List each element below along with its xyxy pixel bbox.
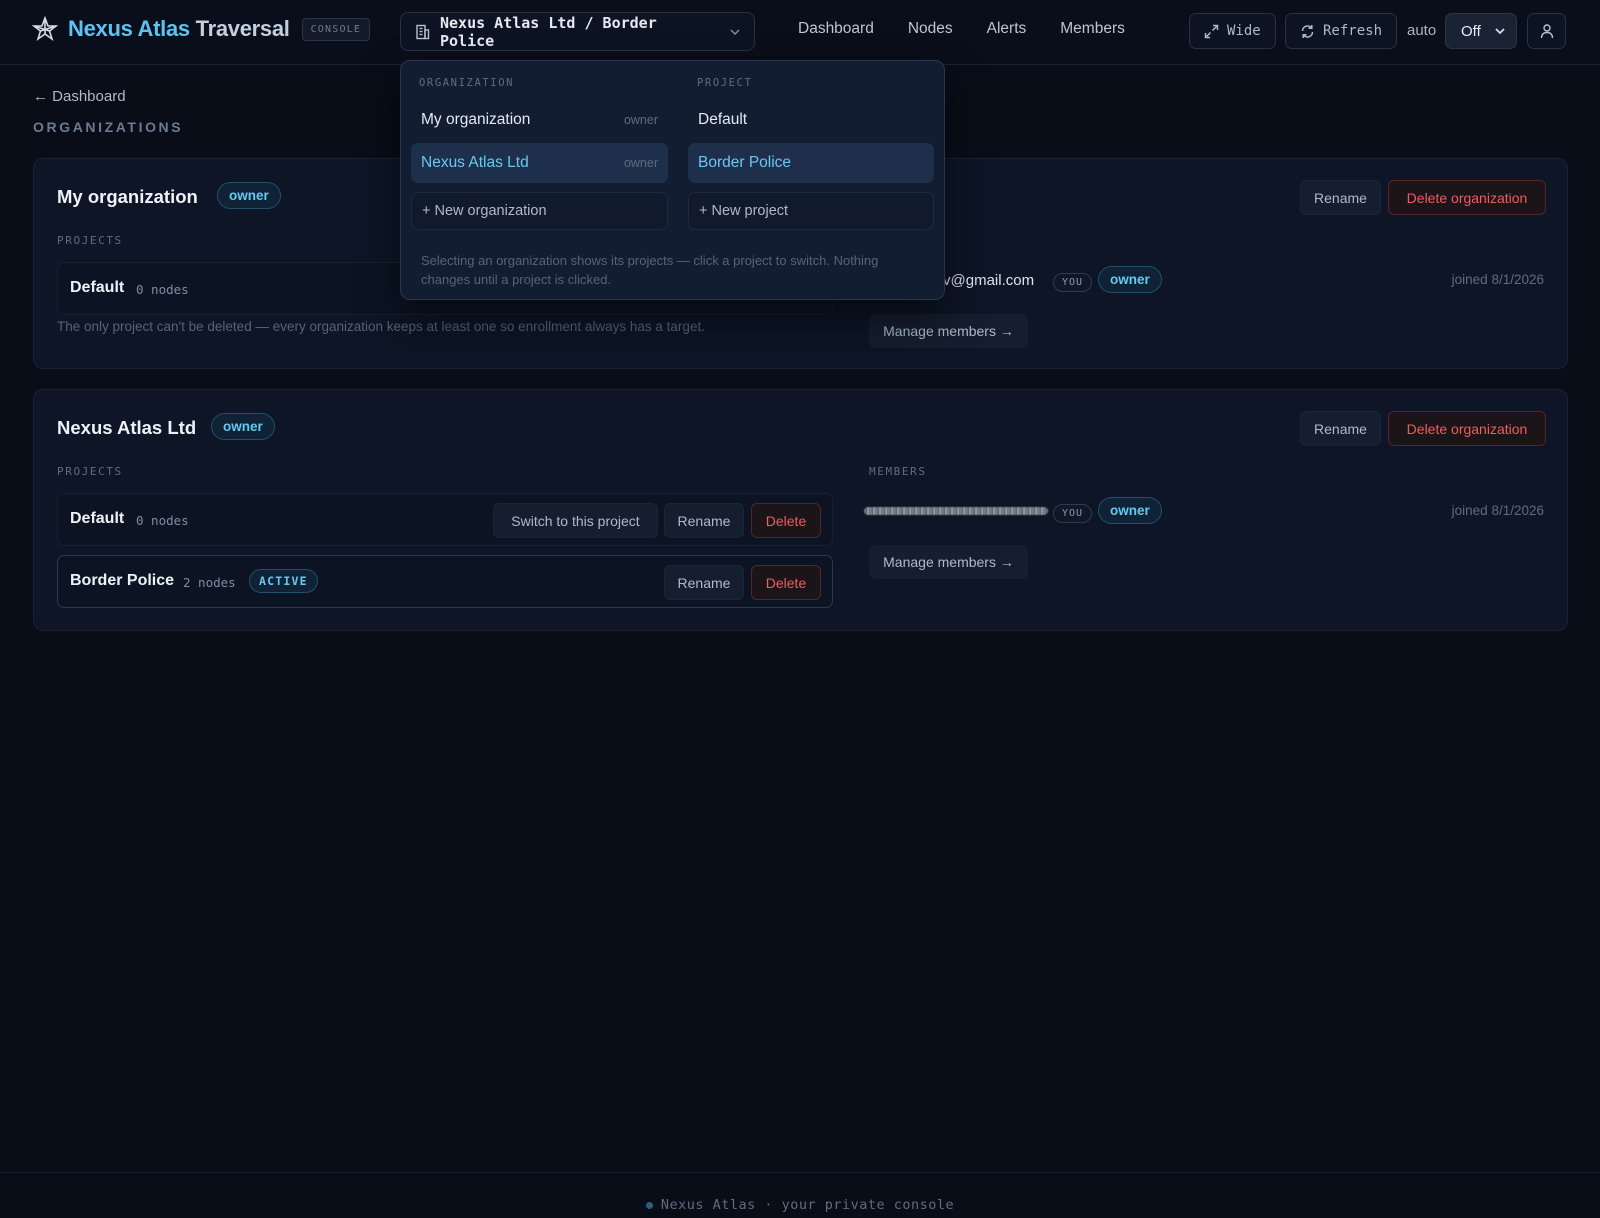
page-title: ORGANIZATIONS: [33, 119, 184, 135]
top-bar: Nexus Atlas Traversal CONSOLE Nexus Atla…: [0, 0, 1600, 65]
auto-refresh-value: Off: [1461, 22, 1481, 40]
you-badge: YOU: [1053, 504, 1093, 523]
auto-refresh-select[interactable]: Off: [1445, 13, 1517, 49]
member-role-badge: owner: [1098, 266, 1162, 293]
scope-dropdown: ORGANIZATION PROJECT My organization own…: [400, 60, 945, 300]
manage-members-button[interactable]: Manage members →: [869, 545, 1028, 579]
main-nav: Dashboard Nodes Alerts Members: [798, 20, 1159, 38]
member-joined-date: joined 8/1/2026: [1451, 272, 1544, 287]
redacted-member-email: [864, 507, 1048, 515]
building-icon: [415, 24, 430, 40]
members-section-label: MEMBERS: [869, 465, 927, 478]
nav-members[interactable]: Members: [1060, 20, 1125, 38]
brand[interactable]: Nexus Atlas Traversal CONSOLE: [32, 16, 371, 42]
status-dot-icon: [645, 1201, 653, 1209]
user-menu-button[interactable]: [1527, 13, 1566, 49]
project-row: Border Police 2 nodes ACTIVE Rename Dele…: [57, 555, 833, 608]
projects-section-label: PROJECTS: [57, 234, 123, 247]
rename-org-button[interactable]: Rename: [1300, 411, 1381, 446]
rename-project-button[interactable]: Rename: [664, 503, 744, 538]
back-to-dashboard-link[interactable]: ← Dashboard: [33, 88, 126, 105]
active-badge: ACTIVE: [249, 569, 318, 593]
nav-dashboard[interactable]: Dashboard: [798, 20, 874, 38]
footer-label: Nexus Atlas · your private console: [660, 1197, 955, 1213]
rename-org-button[interactable]: Rename: [1300, 180, 1381, 215]
dropdown-project-item-selected[interactable]: Border Police: [688, 143, 934, 183]
wide-button[interactable]: Wide: [1189, 13, 1276, 49]
dropdown-org-role: owner: [623, 113, 658, 127]
user-icon: [1539, 23, 1555, 39]
project-name: Default: [70, 510, 125, 527]
project-name: Default: [70, 279, 125, 296]
delete-org-button[interactable]: Delete organization: [1388, 411, 1546, 446]
new-organization-button[interactable]: + New organization: [411, 192, 668, 230]
new-project-button[interactable]: + New project: [688, 192, 934, 230]
org-name: Nexus Atlas Ltd: [57, 417, 197, 438]
dropdown-org-item[interactable]: My organization owner: [411, 100, 668, 140]
project-row: Default 0 nodes Switch to this project R…: [57, 493, 833, 546]
role-badge: owner: [217, 182, 281, 209]
project-node-count: 2 nodes: [183, 575, 236, 590]
auto-refresh-label: auto: [1407, 22, 1437, 39]
manage-members-button[interactable]: Manage members →: [869, 314, 1028, 348]
dropdown-project-name: Default: [698, 111, 748, 128]
dropdown-help-text: Selecting an organization shows its proj…: [421, 253, 879, 287]
you-badge: YOU: [1053, 273, 1093, 292]
org-name: My organization: [57, 186, 198, 207]
chevron-down-icon: [1494, 25, 1506, 37]
project-delete-note: The only project can't be deleted — ever…: [57, 319, 705, 334]
org-card: Nexus Atlas Ltd owner Rename Delete orga…: [33, 389, 1568, 631]
dropdown-org-name: Nexus Atlas Ltd: [421, 154, 529, 171]
member-role-badge: owner: [1098, 497, 1162, 524]
wide-label: Wide: [1227, 23, 1261, 39]
delete-project-button[interactable]: Delete: [751, 503, 821, 538]
star-logo-icon: [32, 16, 58, 42]
scope-label: Nexus Atlas Ltd / Border Police: [440, 13, 657, 50]
chevron-down-icon: [730, 28, 740, 35]
nav-nodes[interactable]: Nodes: [908, 20, 953, 38]
project-name: Border Police: [70, 572, 175, 589]
dropdown-org-label: ORGANIZATION: [419, 77, 515, 89]
member-email: v@gmail.com: [943, 272, 1035, 289]
dropdown-project-name: Border Police: [698, 154, 792, 171]
console-badge: CONSOLE: [301, 17, 371, 41]
dropdown-project-item[interactable]: Default: [688, 100, 934, 140]
project-node-count: 0 nodes: [136, 513, 189, 528]
scope-switcher-button[interactable]: Nexus Atlas Ltd / Border Police: [400, 12, 755, 51]
member-joined-date: joined 8/1/2026: [1451, 503, 1544, 518]
rename-project-button[interactable]: Rename: [664, 565, 744, 600]
dropdown-org-role: owner: [623, 156, 658, 170]
refresh-icon: [1300, 24, 1315, 39]
refresh-label: Refresh: [1323, 23, 1383, 39]
role-badge: owner: [211, 413, 275, 440]
expand-icon: [1204, 24, 1219, 39]
footer: Nexus Atlas · your private console: [0, 1172, 1600, 1218]
delete-project-button[interactable]: Delete: [751, 565, 821, 600]
dropdown-org-name: My organization: [421, 111, 531, 128]
delete-org-button[interactable]: Delete organization: [1388, 180, 1546, 215]
switch-project-button[interactable]: Switch to this project: [493, 503, 658, 538]
dropdown-org-item-selected[interactable]: Nexus Atlas Ltd owner: [411, 143, 668, 183]
footer-text: Nexus Atlas · your private console: [0, 1197, 1600, 1213]
dropdown-project-label: PROJECT: [697, 77, 753, 89]
nav-alerts[interactable]: Alerts: [987, 20, 1027, 38]
brand-name: Nexus Atlas Traversal: [68, 16, 290, 41]
project-node-count: 0 nodes: [136, 282, 189, 297]
projects-section-label: PROJECTS: [57, 465, 123, 478]
refresh-button[interactable]: Refresh: [1285, 13, 1398, 49]
